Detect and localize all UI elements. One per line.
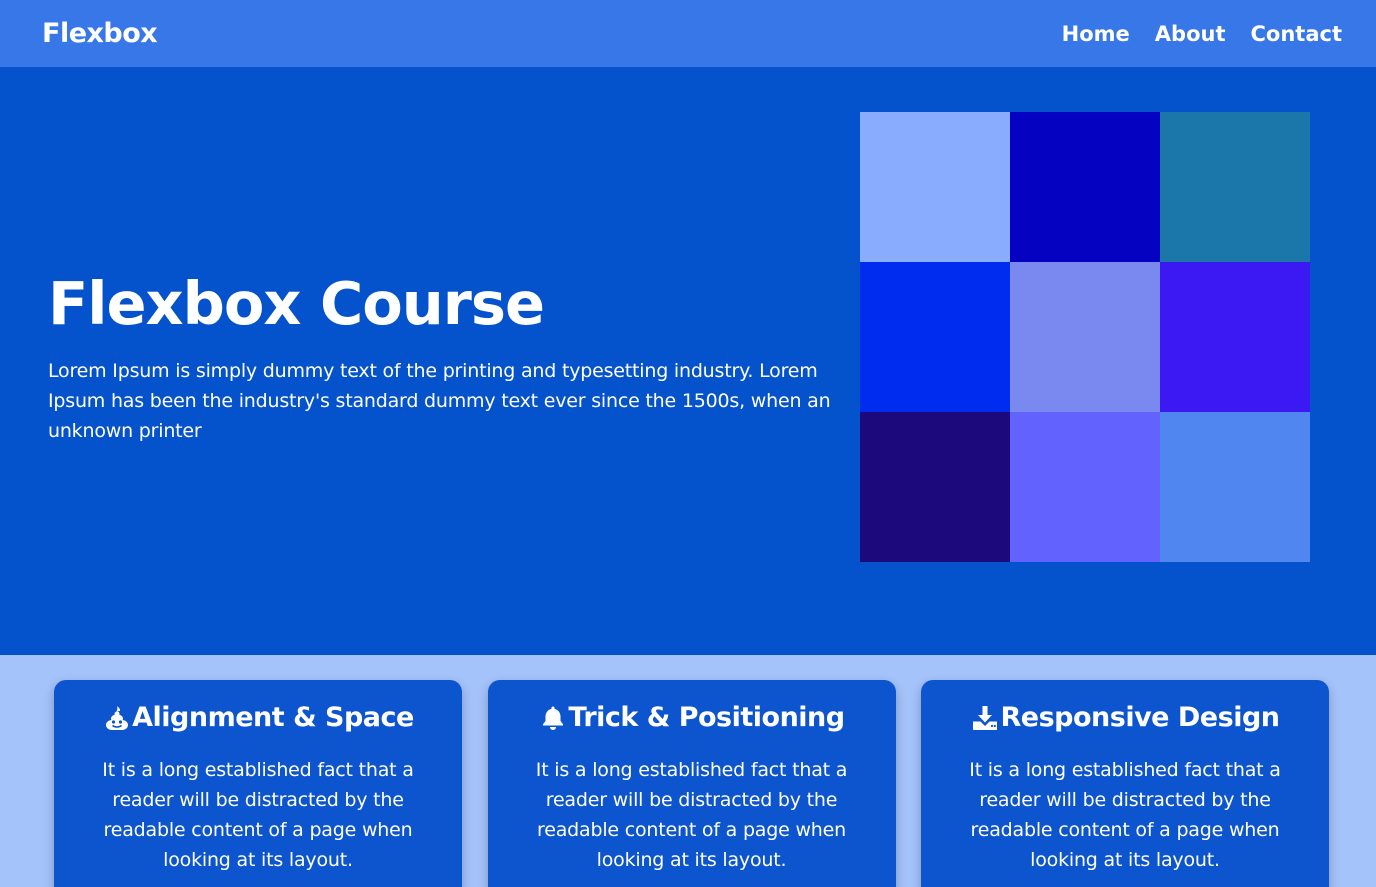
- feature-card-title: Trick & Positioning: [516, 702, 868, 733]
- color-grid: [860, 111, 1310, 562]
- feature-card-responsive: Responsive Design It is a long establish…: [921, 680, 1329, 887]
- download-icon: [970, 703, 1000, 733]
- nav-links: Home About Contact: [1062, 22, 1342, 46]
- feature-card-positioning: Trick & Positioning It is a long establi…: [487, 680, 896, 887]
- hero-text: Flexbox Course Lorem Ipsum is simply dum…: [48, 269, 838, 446]
- feature-card-text: It is a long established fact that a rea…: [969, 759, 1281, 871]
- feature-card-text: It is a long established fact that a rea…: [102, 759, 414, 871]
- feature-card-title-text: Alignment & Space: [132, 702, 414, 733]
- hero-title: Flexbox Course: [48, 269, 545, 339]
- feature-card-alignment: Alignment & Space It is a long establish…: [54, 680, 462, 887]
- feature-card-title-text: Trick & Positioning: [568, 702, 845, 733]
- feature-card-title-text: Responsive Design: [1000, 702, 1280, 733]
- grid-cell: [1160, 261, 1310, 412]
- feature-card-text: It is a long established fact that a rea…: [535, 759, 848, 871]
- feature-card-title: Alignment & Space: [82, 702, 434, 733]
- grid-cell: [1010, 411, 1160, 562]
- nav-link-home[interactable]: Home: [1062, 22, 1130, 46]
- grid-cell: [860, 411, 1010, 562]
- grid-cell: [1010, 111, 1160, 262]
- feature-card-title: Responsive Design: [949, 702, 1301, 733]
- grid-cell: [1160, 411, 1310, 562]
- grid-cell: [860, 111, 1010, 262]
- hero-section: Flexbox Course Lorem Ipsum is simply dum…: [0, 67, 1376, 655]
- features-section: Alignment & Space It is a long establish…: [0, 655, 1376, 887]
- poop-icon: [102, 703, 132, 733]
- bell-icon: [538, 703, 568, 733]
- hero-description: Lorem Ipsum is simply dummy text of the …: [48, 359, 831, 442]
- grid-cell: [1160, 111, 1310, 262]
- brand-logo[interactable]: Flexbox: [42, 18, 158, 49]
- grid-cell: [1010, 261, 1160, 412]
- nav-link-about[interactable]: About: [1155, 22, 1226, 46]
- nav-link-contact[interactable]: Contact: [1251, 22, 1343, 46]
- navbar: Flexbox Home About Contact: [0, 0, 1376, 67]
- grid-cell: [860, 261, 1010, 412]
